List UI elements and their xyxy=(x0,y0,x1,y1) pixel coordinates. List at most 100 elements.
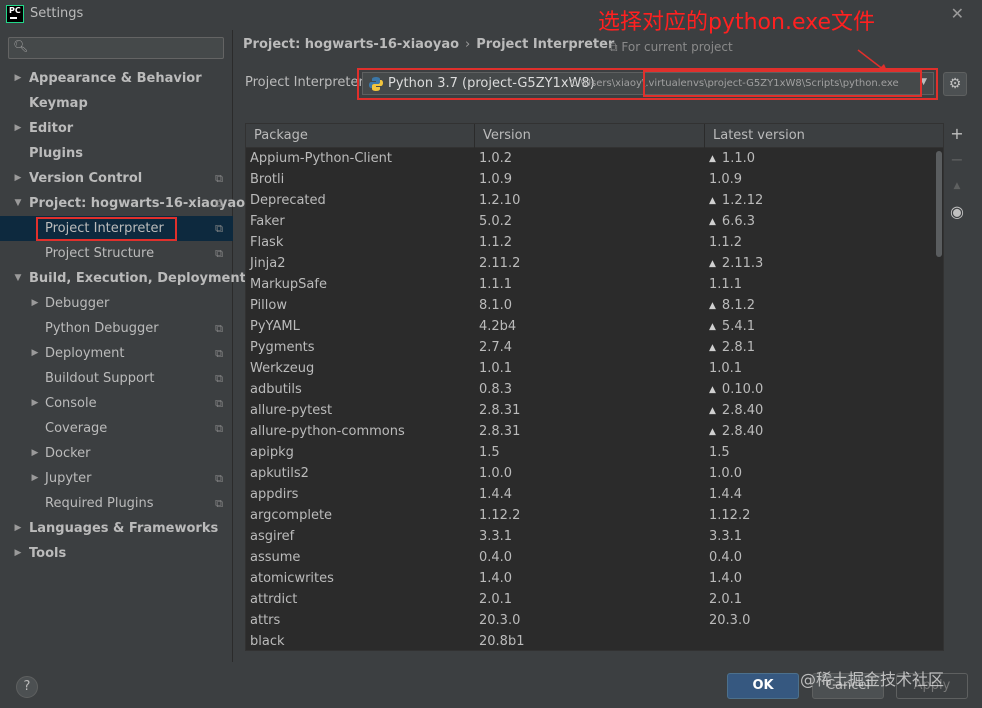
table-row[interactable]: attrs 20.3.0 20.3.0 xyxy=(246,610,936,631)
sidebar-item-debugger[interactable]: ▶ Debugger xyxy=(0,291,233,316)
table-row[interactable]: PyYAML 4.2b4 ▲ 5.4.1 xyxy=(246,316,936,337)
chevron-right-icon[interactable]: ▶ xyxy=(12,66,24,91)
table-row[interactable]: Flask 1.1.2 1.1.2 xyxy=(246,232,936,253)
sidebar-item-languages-frameworks[interactable]: ▶ Languages & Frameworks xyxy=(0,516,233,541)
table-row[interactable]: Jinja2 2.11.2 ▲ 2.11.3 xyxy=(246,253,936,274)
sidebar-item-tools[interactable]: ▶ Tools xyxy=(0,541,233,566)
column-package[interactable]: Package xyxy=(246,124,475,148)
table-row[interactable]: allure-python-commons 2.8.31 ▲ 2.8.40 xyxy=(246,421,936,442)
table-row[interactable]: atomicwrites 1.4.0 1.4.0 xyxy=(246,568,936,589)
sidebar-item-version-control[interactable]: ▶ Version Control ⧉ xyxy=(0,166,233,191)
sidebar-item-python-debugger[interactable]: Python Debugger ⧉ xyxy=(0,316,233,341)
chevron-right-icon[interactable]: ▶ xyxy=(29,466,41,491)
table-row[interactable]: Deprecated 1.2.10 ▲ 1.2.12 xyxy=(246,190,936,211)
sidebar-item-project-hogwarts-16-xiaoyao[interactable]: ▼ Project: hogwarts-16-xiaoyao ⧉ xyxy=(0,191,246,216)
eye-icon[interactable]: ◉ xyxy=(946,201,968,223)
gear-icon[interactable]: ⚙ xyxy=(943,72,967,96)
package-name: MarkupSafe xyxy=(250,277,327,292)
window-title: Settings xyxy=(30,6,84,21)
breadcrumb-separator: › xyxy=(465,37,471,52)
selection-highlight-box xyxy=(36,217,177,241)
package-version: 1.0.1 xyxy=(479,361,513,376)
table-header: Package Version Latest version xyxy=(246,124,943,148)
table-row[interactable]: assume 0.4.0 0.4.0 xyxy=(246,547,936,568)
sidebar-item-build-execution-deployment[interactable]: ▼ Build, Execution, Deployment xyxy=(0,266,246,291)
sidebar-item-plugins[interactable]: Plugins xyxy=(0,141,233,166)
latest-version-text: 2.11.3 xyxy=(721,256,764,271)
upgrade-icon[interactable]: ▲ xyxy=(946,175,968,197)
table-row[interactable]: Pillow 8.1.0 ▲ 8.1.2 xyxy=(246,295,936,316)
package-version: 1.0.2 xyxy=(479,151,513,166)
table-scrollbar[interactable] xyxy=(935,148,943,650)
ok-button[interactable]: OK xyxy=(727,673,799,699)
package-version: 20.3.0 xyxy=(479,613,521,628)
table-row[interactable]: appdirs 1.4.4 1.4.4 xyxy=(246,484,936,505)
sidebar-item-appearance-behavior[interactable]: ▶ Appearance & Behavior xyxy=(0,66,233,91)
sidebar-item-console[interactable]: ▶ Console ⧉ xyxy=(0,391,233,416)
table-row[interactable]: asgiref 3.3.1 3.3.1 xyxy=(246,526,936,547)
column-version[interactable]: Version xyxy=(475,124,705,148)
upgrade-available-icon: ▲ xyxy=(709,427,716,437)
chevron-right-icon[interactable]: ▶ xyxy=(12,541,24,566)
sidebar-item-keymap[interactable]: Keymap xyxy=(0,91,233,116)
table-row[interactable]: Brotli 1.0.9 1.0.9 xyxy=(246,169,936,190)
table-row[interactable]: apipkg 1.5 1.5 xyxy=(246,442,936,463)
chevron-right-icon[interactable]: ▶ xyxy=(29,441,41,466)
plus-icon[interactable]: + xyxy=(946,123,968,145)
table-row[interactable]: Appium-Python-Client 1.0.2 ▲ 1.1.0 xyxy=(246,148,936,169)
scrollbar-thumb[interactable] xyxy=(936,151,942,257)
sidebar-item-editor[interactable]: ▶ Editor xyxy=(0,116,233,141)
project-scope-icon: ⧉ xyxy=(215,222,223,235)
table-row[interactable]: Werkzeug 1.0.1 1.0.1 xyxy=(246,358,936,379)
close-icon[interactable]: ✕ xyxy=(951,4,964,23)
chevron-right-icon[interactable]: ▶ xyxy=(12,516,24,541)
sidebar-item-label: Keymap xyxy=(29,96,88,111)
latest-version-text: 1.1.0 xyxy=(721,151,755,166)
sidebar-item-docker[interactable]: ▶ Docker xyxy=(0,441,233,466)
package-version: 1.1.2 xyxy=(479,235,513,250)
latest-version-text: 1.0.9 xyxy=(709,172,743,187)
chevron-right-icon[interactable]: ▶ xyxy=(29,391,41,416)
sidebar-item-label: Buildout Support xyxy=(45,371,155,386)
sidebar-item-label: Plugins xyxy=(29,146,83,161)
sidebar-item-label: Languages & Frameworks xyxy=(29,521,219,536)
help-icon[interactable]: ? xyxy=(16,676,38,698)
chevron-right-icon[interactable]: ▶ xyxy=(29,291,41,316)
sidebar-item-required-plugins[interactable]: Required Plugins ⧉ xyxy=(0,491,233,516)
sidebar-item-label: Docker xyxy=(45,446,91,461)
sidebar-item-jupyter[interactable]: ▶ Jupyter ⧉ xyxy=(0,466,233,491)
for-current-project: ⧉ For current project xyxy=(609,40,733,55)
package-latest-version: 1.4.0 xyxy=(709,568,742,589)
chevron-right-icon[interactable]: ▶ xyxy=(29,341,41,366)
column-latest-version[interactable]: Latest version xyxy=(705,124,943,148)
search-input[interactable]: 🔍︎ xyxy=(8,37,224,59)
sidebar-item-project-interpreter[interactable]: Project Interpreter ⧉ xyxy=(0,216,233,241)
breadcrumb-project[interactable]: Project: hogwarts-16-xiaoyao xyxy=(243,37,459,52)
table-row[interactable]: Pygments 2.7.4 ▲ 2.8.1 xyxy=(246,337,936,358)
sidebar-item-label: Tools xyxy=(29,546,67,561)
package-latest-version: 1.1.1 xyxy=(709,274,742,295)
sidebar-item-coverage[interactable]: Coverage ⧉ xyxy=(0,416,233,441)
package-latest-version: 2.0.1 xyxy=(709,589,742,610)
sidebar-item-label: Deployment xyxy=(45,346,125,361)
chevron-right-icon[interactable]: ▶ xyxy=(12,116,24,141)
table-row[interactable]: black 20.8b1 xyxy=(246,631,936,650)
table-row[interactable]: adbutils 0.8.3 ▲ 0.10.0 xyxy=(246,379,936,400)
chevron-down-icon[interactable]: ▼ xyxy=(12,191,24,216)
table-row[interactable]: argcomplete 1.12.2 1.12.2 xyxy=(246,505,936,526)
chevron-right-icon[interactable]: ▶ xyxy=(12,166,24,191)
table-row[interactable]: MarkupSafe 1.1.1 1.1.1 xyxy=(246,274,936,295)
sidebar-item-buildout-support[interactable]: Buildout Support ⧉ xyxy=(0,366,233,391)
package-name: assume xyxy=(250,550,301,565)
sidebar-item-deployment[interactable]: ▶ Deployment ⧉ xyxy=(0,341,233,366)
latest-version-text: 0.10.0 xyxy=(721,382,764,397)
package-version: 2.0.1 xyxy=(479,592,513,607)
table-row[interactable]: apkutils2 1.0.0 1.0.0 xyxy=(246,463,936,484)
table-row[interactable]: Faker 5.0.2 ▲ 6.6.3 xyxy=(246,211,936,232)
table-row[interactable]: attrdict 2.0.1 2.0.1 xyxy=(246,589,936,610)
minus-icon[interactable]: − xyxy=(946,149,968,171)
package-latest-version: 1.1.2 xyxy=(709,232,742,253)
chevron-down-icon[interactable]: ▼ xyxy=(12,266,24,291)
sidebar-item-project-structure[interactable]: Project Structure ⧉ xyxy=(0,241,233,266)
table-row[interactable]: allure-pytest 2.8.31 ▲ 2.8.40 xyxy=(246,400,936,421)
